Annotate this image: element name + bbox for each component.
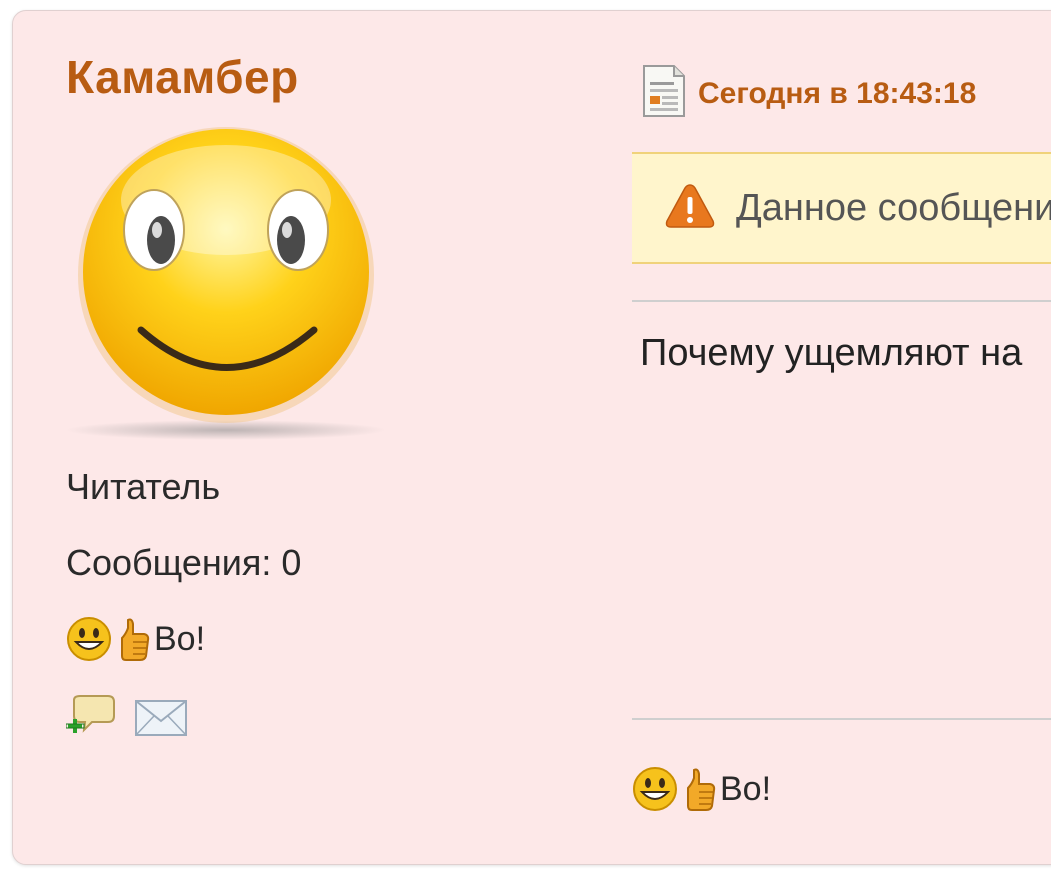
username-link[interactable]: Камамбер	[66, 50, 299, 104]
user-signature: Во!	[66, 614, 205, 664]
post-signature-text: Во!	[720, 769, 772, 808]
envelope-icon[interactable]	[134, 699, 188, 742]
grinning-face-icon	[66, 616, 112, 662]
thumbs-up-icon	[682, 766, 718, 812]
user-post-count: Сообщения: 0	[66, 542, 302, 583]
user-role: Читатель	[66, 466, 221, 507]
post-divider-bottom	[632, 718, 1051, 720]
document-icon[interactable]	[642, 64, 686, 123]
post-body: Почему ущемляют на	[640, 332, 1023, 374]
thumbs-up-icon	[116, 616, 152, 662]
smiley-avatar-icon[interactable]	[66, 120, 396, 450]
warning-banner: Данное сообщение	[632, 152, 1051, 264]
grinning-face-icon	[632, 766, 678, 812]
user-signature-text: Во!	[154, 619, 206, 658]
warning-icon	[664, 182, 716, 235]
user-actions	[65, 694, 188, 747]
warning-text: Данное сообщение	[736, 186, 1051, 229]
post-date-row: Сегодня в 18:43:18	[642, 64, 976, 123]
post-signature: Во!	[632, 764, 771, 814]
add-chat-icon[interactable]	[65, 694, 118, 747]
post-divider-top	[632, 300, 1051, 302]
post-date: Сегодня в 18:43:18	[698, 76, 977, 110]
